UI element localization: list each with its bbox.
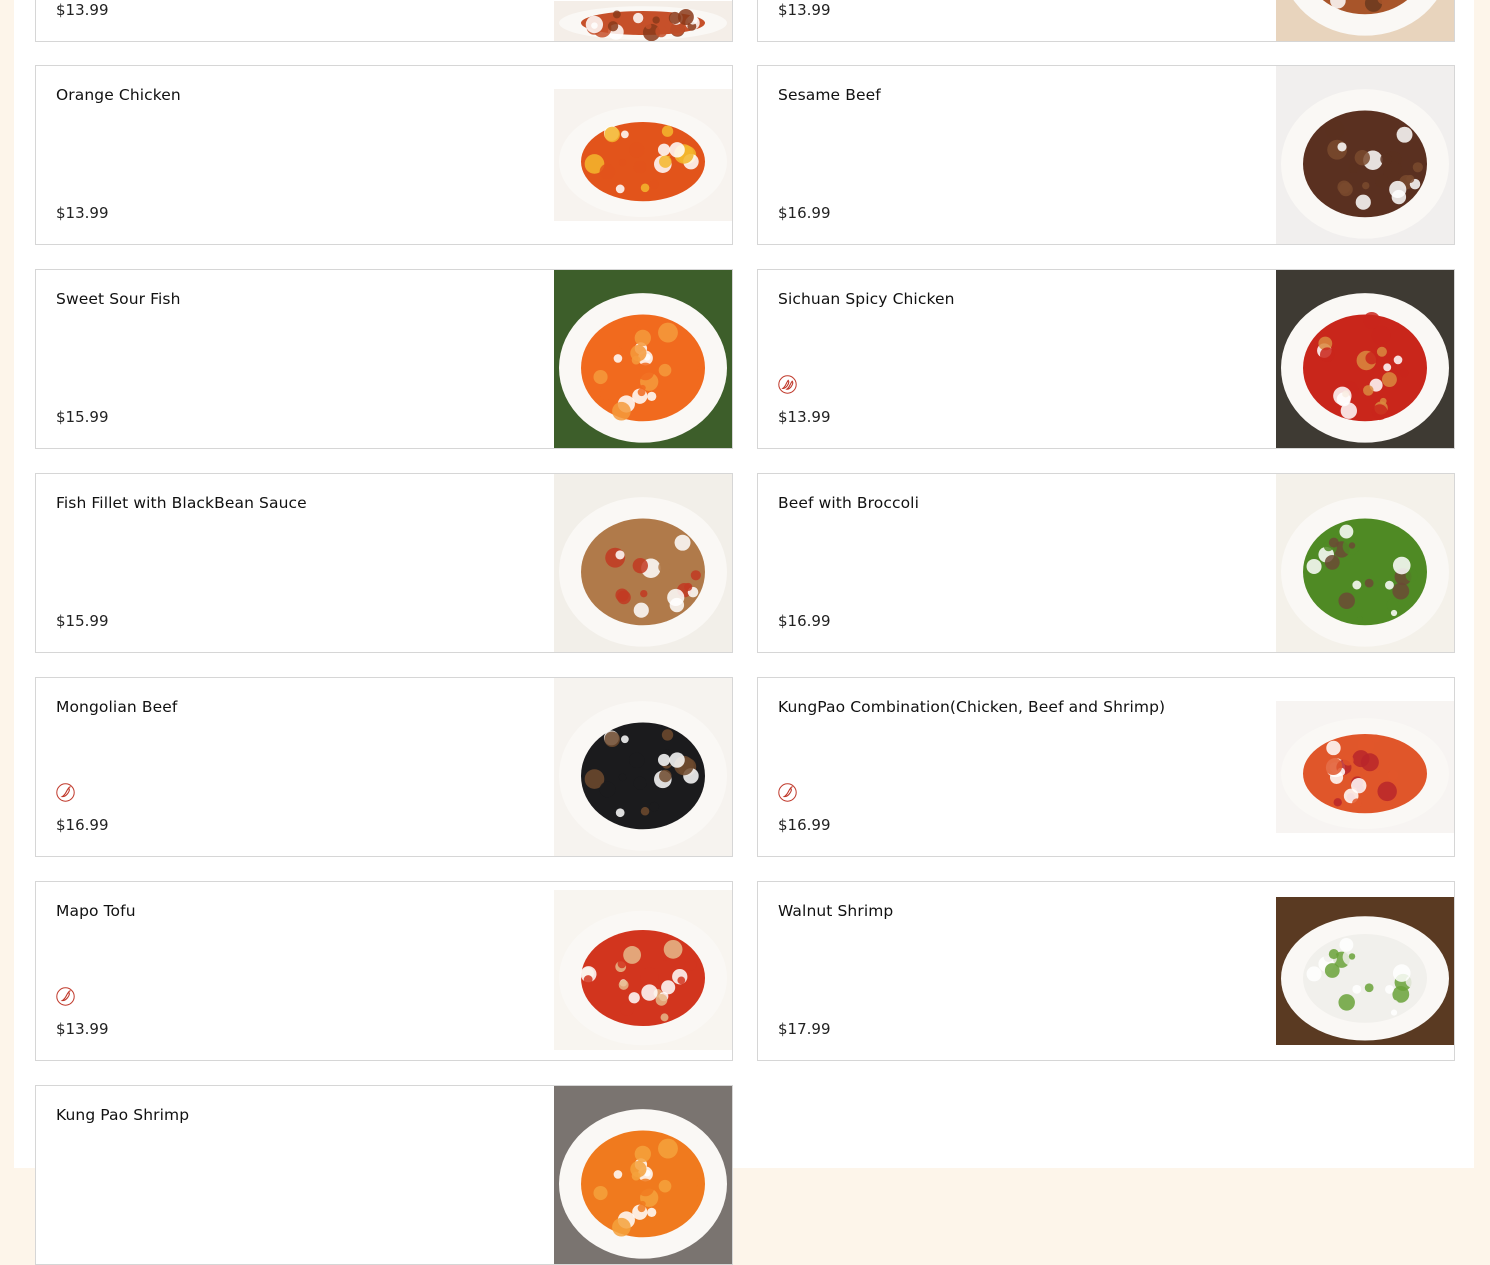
mongolian-beef-photo xyxy=(554,678,732,856)
menu-item-card[interactable]: $13.99 xyxy=(35,0,733,42)
menu-item-price: $15.99 xyxy=(56,612,109,630)
sichuan-spicy-chicken-photo xyxy=(1276,270,1454,448)
menu-item-name: KungPao Combination(Chicken, Beef and Sh… xyxy=(778,698,1166,716)
menu-item-card[interactable]: Fish Fillet with BlackBean Sauce $15.99 xyxy=(35,473,733,653)
orange-chicken-photo xyxy=(554,89,732,221)
spicy-level-1-icon xyxy=(778,783,797,802)
menu-grid: $13.99 $13.99 Orange Chicken $13.99 Sesa… xyxy=(14,0,1474,1265)
beef-broccoli-photo xyxy=(1276,474,1454,652)
menu-item-card[interactable]: Orange Chicken $13.99 xyxy=(35,65,733,245)
menu-item-price: $17.99 xyxy=(778,1020,831,1038)
kung-pao-shrimp-photo xyxy=(554,1086,732,1264)
menu-item-price: $15.99 xyxy=(56,408,109,426)
menu-item-card[interactable]: Walnut Shrimp $17.99 xyxy=(757,881,1455,1061)
menu-item-price: $13.99 xyxy=(56,1020,109,1038)
menu-item-name: Sweet Sour Fish xyxy=(56,290,181,308)
spicy-level-1-icon xyxy=(56,783,75,802)
menu-item-card[interactable]: Beef with Broccoli $16.99 xyxy=(757,473,1455,653)
fish-fillet-photo xyxy=(554,474,732,652)
mapo-tofu-photo xyxy=(554,890,732,1050)
menu-item-name: Beef with Broccoli xyxy=(778,494,919,512)
menu-item-price: $16.99 xyxy=(778,204,831,222)
menu-item-card[interactable]: Mapo Tofu $13.99 xyxy=(35,881,733,1061)
menu-item-card[interactable]: Sichuan Spicy Chicken $13.99 xyxy=(757,269,1455,449)
menu-item-name: Sesame Beef xyxy=(778,86,881,104)
menu-item-price: $13.99 xyxy=(778,408,831,426)
menu-item-price: $13.99 xyxy=(56,1,109,19)
walnut-shrimp-photo xyxy=(1276,897,1454,1045)
menu-item-card[interactable]: Sesame Beef $16.99 xyxy=(757,65,1455,245)
dish-photo xyxy=(1276,0,1454,41)
menu-item-card[interactable]: Sweet Sour Fish $15.99 xyxy=(35,269,733,449)
menu-item-name: Walnut Shrimp xyxy=(778,902,894,920)
menu-item-name: Mapo Tofu xyxy=(56,902,136,920)
menu-item-name: Sichuan Spicy Chicken xyxy=(778,290,955,308)
menu-item-card[interactable]: Mongolian Beef $16.99 xyxy=(35,677,733,857)
sweet-sour-fish-photo xyxy=(554,270,732,448)
menu-item-price: $13.99 xyxy=(778,1,831,19)
dish-photo xyxy=(554,1,732,41)
menu-item-name: Fish Fillet with BlackBean Sauce xyxy=(56,494,307,512)
kungpao-combination-photo xyxy=(1276,701,1454,833)
menu-item-price: $16.99 xyxy=(778,612,831,630)
menu-item-price: $16.99 xyxy=(56,816,109,834)
menu-item-price: $13.99 xyxy=(56,204,109,222)
spicy-level-1-icon xyxy=(56,987,75,1006)
menu-item-name: Orange Chicken xyxy=(56,86,181,104)
menu-item-name: Mongolian Beef xyxy=(56,698,178,716)
menu-item-card[interactable]: $13.99 xyxy=(757,0,1455,42)
menu-item-card[interactable]: Kung Pao Shrimp xyxy=(35,1085,733,1265)
spicy-level-2-icon xyxy=(778,375,797,394)
menu-item-name: Kung Pao Shrimp xyxy=(56,1106,190,1124)
sesame-beef-photo xyxy=(1276,66,1454,244)
menu-item-card[interactable]: KungPao Combination(Chicken, Beef and Sh… xyxy=(757,677,1455,857)
menu-item-price: $16.99 xyxy=(778,816,831,834)
